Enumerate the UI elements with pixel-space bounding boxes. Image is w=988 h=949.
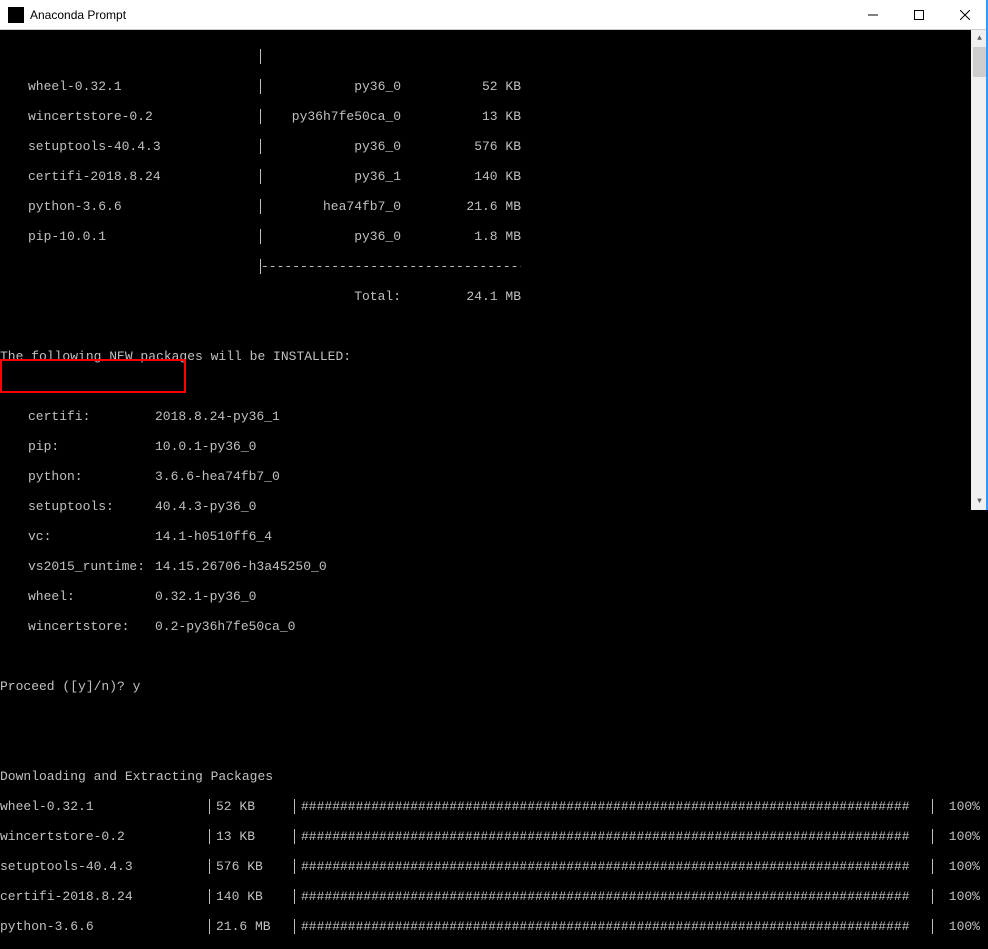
install-header: The following NEW packages will be INSTA… xyxy=(0,349,988,364)
dl-name: certifi-2018.8.24 xyxy=(0,889,210,904)
new-pkg-ver: 0.2-py36h7fe50ca_0 xyxy=(155,619,295,634)
scrollbar-thumb[interactable] xyxy=(973,47,986,77)
close-button[interactable] xyxy=(942,0,988,29)
new-pkg-ver: 10.0.1-py36_0 xyxy=(155,439,256,454)
new-pkg-ver: 2018.8.24-py36_1 xyxy=(155,409,280,424)
dl-size: 52 KB xyxy=(210,799,295,814)
dl-pct: 100% xyxy=(933,799,988,814)
dl-bar: ########################################… xyxy=(295,889,933,904)
minimize-button[interactable] xyxy=(850,0,896,29)
new-pkg-name: vc: xyxy=(0,529,155,544)
dl-name: python-3.6.6 xyxy=(0,919,210,934)
new-pkg-name: vs2015_runtime: xyxy=(0,559,155,574)
dashes: ----------------------------------------… xyxy=(261,259,521,274)
pkg-build: py36_1 xyxy=(261,169,401,184)
dl-size: 140 KB xyxy=(210,889,295,904)
new-pkg-ver: 3.6.6-hea74fb7_0 xyxy=(155,469,280,484)
dl-name: setuptools-40.4.3 xyxy=(0,859,210,874)
dl-bar: ########################################… xyxy=(295,799,933,814)
pkg-name: wheel-0.32.1 xyxy=(0,79,260,94)
new-pkg-ver: 40.4.3-py36_0 xyxy=(155,499,256,514)
pkg-build: py36h7fe50ca_0 xyxy=(261,109,401,124)
dl-name: wincertstore-0.2 xyxy=(0,829,210,844)
window-controls xyxy=(850,0,988,29)
dl-size: 576 KB xyxy=(210,859,295,874)
new-pkg-ver: 14.1-h0510ff6_4 xyxy=(155,529,272,544)
pkg-name: certifi-2018.8.24 xyxy=(0,169,260,184)
maximize-button[interactable] xyxy=(896,0,942,29)
new-pkg-name: wincertstore: xyxy=(0,619,155,634)
pkg-build: hea74fb7_0 xyxy=(261,199,401,214)
pkg-name: pip-10.0.1 xyxy=(0,229,260,244)
new-pkg-name: pip: xyxy=(0,439,155,454)
pkg-name: wincertstore-0.2 xyxy=(0,109,260,124)
dl-pct: 100% xyxy=(933,859,988,874)
new-pkg-name: python: xyxy=(0,469,155,484)
new-pkg-ver: 14.15.26706-h3a45250_0 xyxy=(155,559,327,574)
dl-bar: ########################################… xyxy=(295,829,933,844)
pkg-size: 576 KB xyxy=(401,139,521,154)
pkg-build: py36_0 xyxy=(261,79,401,94)
new-pkg-ver: 0.32.1-py36_0 xyxy=(155,589,256,604)
total-size: 24.1 MB xyxy=(401,289,521,304)
proceed-prompt[interactable]: Proceed ([y]/n)? y xyxy=(0,679,988,694)
dl-pct: 100% xyxy=(933,919,988,934)
dl-bar: ########################################… xyxy=(295,919,933,934)
pkg-size: 21.6 MB xyxy=(401,199,521,214)
dl-bar: ########################################… xyxy=(295,859,933,874)
total-label: Total: xyxy=(261,289,401,304)
window-title: Anaconda Prompt xyxy=(30,8,850,22)
pkg-size: 140 KB xyxy=(401,169,521,184)
downloading-header: Downloading and Extracting Packages xyxy=(0,769,988,784)
window-titlebar: Anaconda Prompt xyxy=(0,0,988,30)
pkg-build: py36_0 xyxy=(261,229,401,244)
pkg-name: setuptools-40.4.3 xyxy=(0,139,260,154)
terminal-output[interactable]: wheel-0.32.1py36_052 KB wincertstore-0.2… xyxy=(0,30,988,510)
dl-size: 21.6 MB xyxy=(210,919,295,934)
dl-pct: 100% xyxy=(933,829,988,844)
pkg-size: 52 KB xyxy=(401,79,521,94)
pkg-size: 13 KB xyxy=(401,109,521,124)
new-pkg-name: certifi: xyxy=(0,409,155,424)
new-pkg-name: setuptools: xyxy=(0,499,155,514)
new-pkg-name: wheel: xyxy=(0,589,155,604)
dl-pct: 100% xyxy=(933,889,988,904)
pkg-build: py36_0 xyxy=(261,139,401,154)
pkg-name: python-3.6.6 xyxy=(0,199,260,214)
app-icon xyxy=(8,7,24,23)
dl-size: 13 KB xyxy=(210,829,295,844)
dl-name: wheel-0.32.1 xyxy=(0,799,210,814)
pkg-size: 1.8 MB xyxy=(401,229,521,244)
